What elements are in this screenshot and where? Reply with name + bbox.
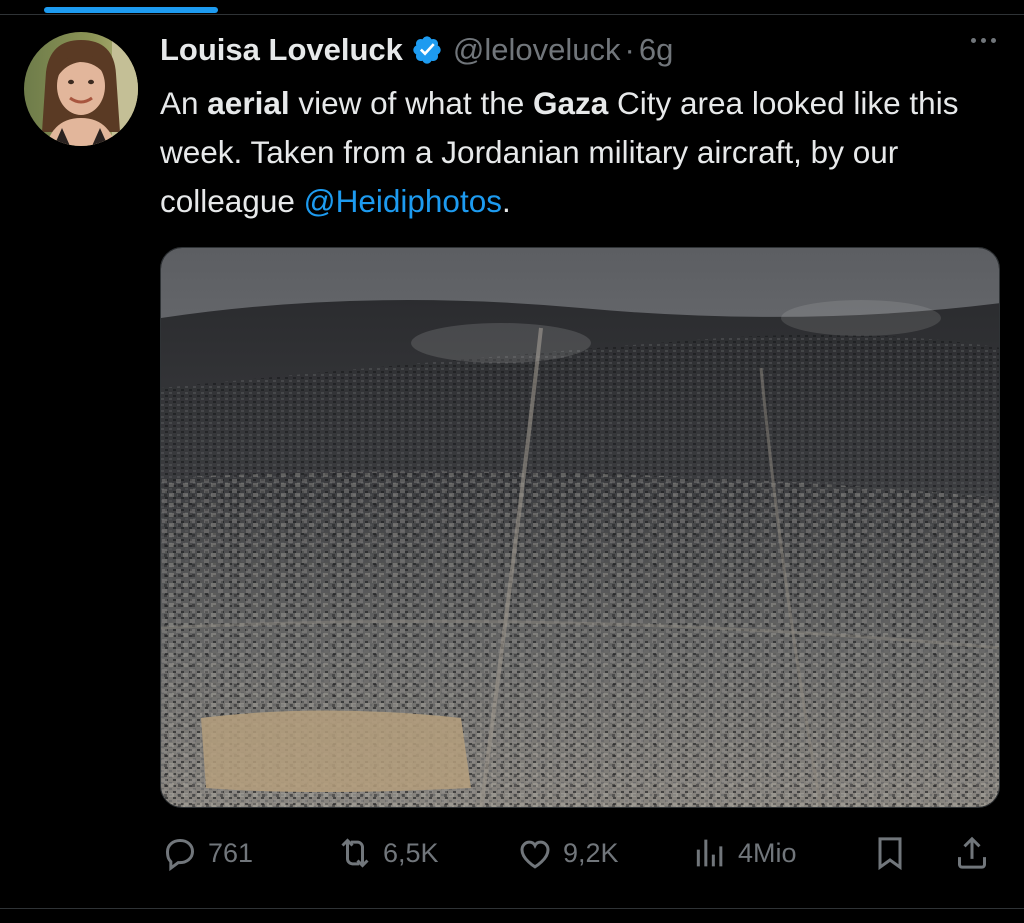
tweet-photo[interactable] (160, 247, 1000, 808)
header-separator: · (624, 32, 635, 67)
share-upload-icon (958, 836, 986, 869)
active-tab-indicator (44, 7, 218, 13)
tweet-text-part: An (160, 85, 208, 121)
views-chart-icon (696, 839, 723, 867)
like-count: 9,2K (563, 837, 619, 868)
repost-count: 6,5K (383, 837, 439, 868)
reply-bubble-icon (165, 838, 195, 872)
mention-link[interactable]: @Heidiphotos (304, 183, 502, 219)
tweet-timestamp[interactable]: 6g (639, 32, 673, 68)
reply-count: 761 (208, 837, 254, 868)
tweet-text-part: . (501, 183, 511, 219)
bookmark-icon (878, 837, 902, 871)
tweet-actions: 761 6,5K 9,2K 4Mio (160, 829, 1000, 877)
author-avatar[interactable] (24, 32, 138, 146)
views-button[interactable]: 4Mio (690, 829, 797, 877)
bookmark-button[interactable] (870, 829, 910, 877)
top-divider (0, 14, 1024, 15)
like-button[interactable]: 9,2K (515, 829, 619, 877)
reply-button[interactable]: 761 (160, 829, 253, 877)
tweet-text-bold: Gaza (532, 85, 609, 121)
repost-button[interactable]: 6,5K (335, 829, 439, 877)
views-count: 4Mio (738, 837, 797, 868)
share-button[interactable] (952, 829, 992, 877)
tweet-text: An aerial view of what the Gaza City are… (160, 79, 1010, 226)
avatar-photo-icon (24, 32, 138, 146)
bottom-divider (0, 908, 1024, 909)
repost-arrows-icon (341, 838, 369, 868)
tweet-header: Louisa Loveluck @leloveluck · 6g (160, 28, 673, 72)
author-display-name[interactable]: Louisa Loveluck (160, 32, 403, 68)
verified-badge-icon (413, 36, 441, 64)
author-handle[interactable]: @leloveluck (453, 32, 621, 68)
tweet-text-part: view of what the (289, 85, 533, 121)
more-dots-icon[interactable] (971, 38, 996, 43)
heart-icon (520, 840, 550, 869)
aerial-city-photo-icon (161, 248, 999, 807)
tweet-text-bold: aerial (207, 85, 290, 121)
